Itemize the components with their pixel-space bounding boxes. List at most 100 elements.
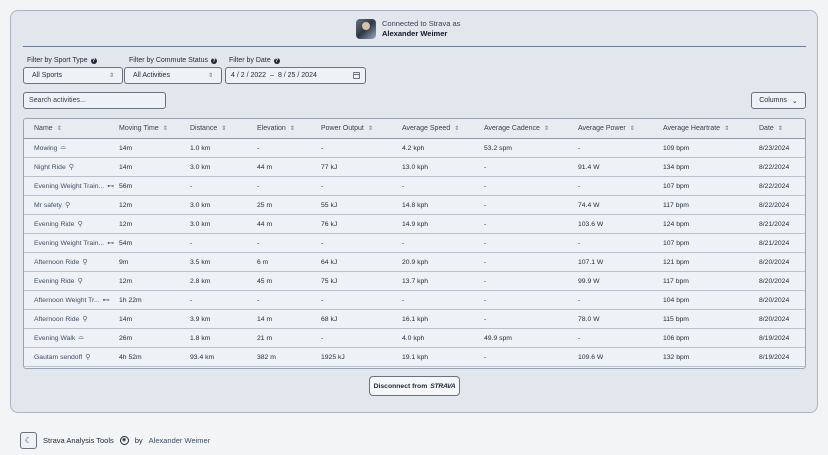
- cell-elev: 21 m: [257, 334, 273, 342]
- column-header-average-power[interactable]: Average Power ⇕: [578, 119, 635, 138]
- cell-name[interactable]: Evening Weight Train... ⊷: [34, 177, 118, 195]
- cell-avgp: -: [578, 239, 581, 247]
- cell-name[interactable]: Evening Ride ⚲: [34, 272, 118, 290]
- cell-cad: -: [484, 315, 487, 323]
- commute-filter-label: Filter by Commute Status ?: [129, 57, 217, 64]
- cell-time: 4h 52m: [119, 353, 142, 361]
- cell-dist: -: [190, 239, 193, 247]
- cell-time: 12m: [119, 201, 133, 209]
- columns-button[interactable]: Columns ⌄: [751, 92, 806, 109]
- connection-label: Connected to Strava as: [382, 19, 461, 28]
- cell-name[interactable]: Mowing ⌓: [34, 139, 118, 157]
- cell-name[interactable]: Afternoon Ride ⚲: [34, 310, 118, 328]
- cell-speed: -: [402, 296, 405, 304]
- cell-dist: 2.8 km: [190, 277, 211, 285]
- help-icon[interactable]: ?: [273, 57, 280, 64]
- cell-avgp: -: [578, 144, 581, 152]
- column-header-average-speed[interactable]: Average Speed ⇕: [402, 119, 459, 138]
- table-row[interactable]: Evening Ride ⚲ 12m 2.8 km 45 m 75 kJ 13.7 kph -…: [24, 272, 805, 291]
- bike-icon: ⚲: [82, 316, 88, 323]
- cell-avgp: -: [578, 296, 581, 304]
- cell-power: -: [321, 144, 324, 152]
- disconnect-button[interactable]: Disconnect from STRAVA: [369, 376, 460, 396]
- table-row[interactable]: Afternoon Ride ⚲ 9m 3.5 km 6 m 64 kJ 20.9 kph -…: [24, 253, 805, 272]
- commute-filter-select[interactable]: All Activities ⇕: [124, 67, 222, 84]
- cell-hr: 117 bpm: [663, 201, 689, 209]
- cell-elev: 44 m: [257, 220, 273, 228]
- strava-logo: STRAVA: [430, 382, 456, 390]
- cell-elev: -: [257, 144, 260, 152]
- cell-dist: 3.9 km: [190, 315, 211, 323]
- table-row[interactable]: Afternoon Weight Tr... ⊷ 1h 22m - - - - - - 104 b…: [24, 291, 805, 310]
- cell-elev: 6 m: [257, 258, 269, 266]
- cell-name[interactable]: Evening Ride ⚲: [34, 215, 118, 233]
- sport-filter-label: Filter by Sport Type ?: [27, 57, 97, 64]
- table-row[interactable]: Evening Weight Train... ⊷ 56m - - - - - - 107 bpm…: [24, 177, 805, 196]
- column-header-distance[interactable]: Distance ⇕: [190, 119, 226, 138]
- sport-filter-select[interactable]: All Sports ⇕: [23, 67, 123, 84]
- table-row[interactable]: Afternoon Ride ⚲ 14m 3.9 km 14 m 68 kJ 16.1 kp…: [24, 310, 805, 329]
- author-link[interactable]: Alexander Weimer: [149, 436, 211, 445]
- app-name: Strava Analysis Tools: [43, 436, 114, 445]
- cell-hr: 107 bpm: [663, 239, 690, 247]
- column-header-elevation[interactable]: Elevation ⇕: [257, 119, 295, 138]
- cell-name[interactable]: Mr safety ⚲: [34, 196, 118, 214]
- cell-elev: 14 m: [257, 315, 273, 323]
- cell-name[interactable]: Afternoon Ride ⚲: [34, 253, 118, 271]
- table-row[interactable]: Night Ride ⚲ 14m 3.0 km 44 m 77 kJ 13.0 kph - 91…: [24, 158, 805, 177]
- column-header-average-heartrate[interactable]: Average Heartrate ⇕: [663, 119, 729, 138]
- column-header-date[interactable]: Date ⇕: [759, 119, 783, 138]
- cell-name[interactable]: Night Ride ⚲: [34, 158, 118, 176]
- sort-icon: ⇕: [724, 126, 730, 132]
- cell-name[interactable]: Evening Weight Train... ⊷: [34, 234, 118, 252]
- table-row[interactable]: Mowing ⌓ 14m 1.0 km - - 4.2 kph 53.2 spm - 109 bp…: [24, 139, 805, 158]
- sort-icon: ⇕: [162, 126, 168, 132]
- cell-hr: 132 bpm: [663, 353, 690, 361]
- sort-icon: ⇕: [543, 126, 549, 132]
- date-end[interactable]: 8 / 25 / 2024: [278, 72, 317, 79]
- cell-name[interactable]: Evening Walk ⌓: [34, 329, 118, 347]
- date-start[interactable]: 4 / 2 / 2022: [231, 72, 266, 79]
- column-header-moving-time[interactable]: Moving Time ⇕: [119, 119, 168, 138]
- table-row[interactable]: Evening Weight Train... ⊷ 54m - - - - - - 107 bpm…: [24, 234, 805, 253]
- bike-icon: ⚲: [64, 202, 71, 209]
- cell-cad: -: [484, 277, 487, 285]
- cell-dist: 93.4 km: [190, 353, 215, 361]
- column-header-average-cadence[interactable]: Average Cadence ⇕: [484, 119, 549, 138]
- cell-hr: 106 bpm: [663, 334, 690, 342]
- shoe-icon: ⌓: [78, 334, 84, 341]
- help-icon[interactable]: ?: [210, 57, 217, 64]
- cell-avgp: 109.6 W: [578, 353, 604, 361]
- sort-icon: ⇕: [629, 126, 635, 132]
- cell-cad: -: [484, 296, 487, 304]
- cell-name[interactable]: Gautam sendoff ⚲: [34, 348, 118, 366]
- column-header-power-output[interactable]: Power Output ⇕: [321, 119, 373, 138]
- chevron-up-down-icon: ⇕: [108, 72, 114, 79]
- dumbbell-icon: ⊷: [102, 297, 110, 304]
- cell-power: -: [321, 182, 324, 190]
- cell-avgp: 99.9 W: [578, 277, 600, 285]
- table-row[interactable]: Mr safety ⚲ 12m 3.0 km 25 m 55 kJ 14.8 kph - 74.…: [24, 196, 805, 215]
- cell-date: 8/20/2024: [759, 277, 790, 285]
- github-icon[interactable]: ◉: [119, 436, 129, 445]
- table-row[interactable]: Gautam sendoff ⚲ 4h 52m 93.4 km 382 m 1925 kJ…: [24, 348, 805, 367]
- date-range-picker[interactable]: 4 / 2 / 2022 – 8 / 25 / 2024: [225, 67, 366, 84]
- table-row[interactable]: Evening Ride ⚲ 12m 3.0 km 44 m 76 kJ 14.9 kph -…: [24, 215, 805, 234]
- cell-elev: -: [257, 296, 260, 304]
- cell-name[interactable]: Afternoon Weight Tr... ⊷: [34, 291, 118, 309]
- column-header-name[interactable]: Name ⇕: [34, 119, 62, 138]
- cell-speed: -: [402, 182, 405, 190]
- calendar-icon[interactable]: [353, 72, 360, 79]
- theme-toggle-button[interactable]: ☾: [20, 432, 37, 449]
- shoe-icon: ⌓: [60, 144, 66, 151]
- table-row[interactable]: Evening Walk ⌓ 26m 1.8 km 21 m - 4.0 kph 49.9 s…: [24, 329, 805, 348]
- cell-cad: -: [484, 201, 487, 209]
- help-icon[interactable]: ?: [90, 57, 97, 64]
- cell-elev: -: [257, 182, 260, 190]
- sort-icon: ⇕: [454, 126, 460, 132]
- main-panel: Connected to Strava as Alexander Weimer …: [10, 10, 818, 413]
- cell-dist: 3.5 km: [190, 258, 211, 266]
- avatar: [356, 19, 376, 39]
- cell-time: 54m: [119, 239, 133, 247]
- search-input[interactable]: Search activities...: [23, 92, 166, 109]
